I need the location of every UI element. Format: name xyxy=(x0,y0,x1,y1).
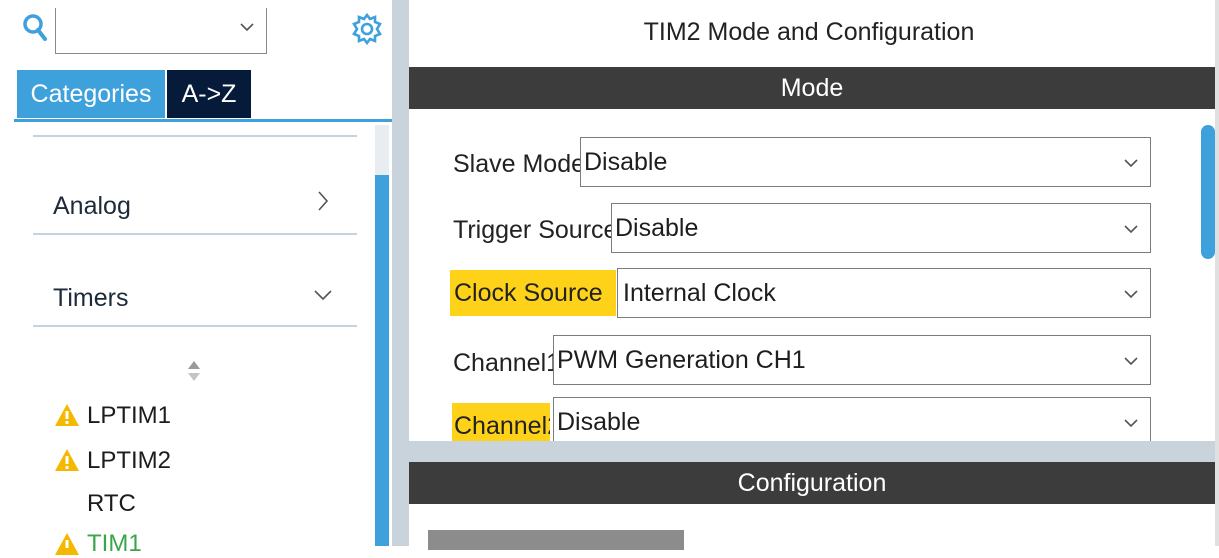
panel-title: TIM2 Mode and Configuration xyxy=(643,18,975,46)
divider xyxy=(33,233,357,235)
right-edge-bar xyxy=(1215,0,1219,546)
trigger-source-value: Disable xyxy=(615,213,699,242)
chevron-down-icon[interactable] xyxy=(1124,287,1138,301)
pinout-sidebar: Categories A->Z Analog Timers LPTIM1 LPT… xyxy=(0,0,392,557)
channel2-select[interactable]: Disable xyxy=(553,397,1151,441)
chevron-down-icon[interactable] xyxy=(1124,354,1138,368)
sidebar-scrollbar-thumb[interactable] xyxy=(375,175,389,546)
mode-header[interactable]: Mode xyxy=(409,67,1215,109)
divider xyxy=(33,135,357,137)
warning-icon xyxy=(55,449,79,471)
chevron-down-icon[interactable] xyxy=(240,20,254,34)
tab-underline xyxy=(14,119,392,122)
trigger-source-select[interactable]: Disable xyxy=(611,203,1151,253)
trigger-source-label: Trigger Source xyxy=(453,216,618,244)
tree-item-lptim1[interactable]: LPTIM1 xyxy=(87,402,171,430)
category-analog[interactable]: Analog xyxy=(53,192,131,221)
channel2-value: Disable xyxy=(557,407,641,436)
section-splitter[interactable] xyxy=(409,441,1215,462)
sort-icon[interactable] xyxy=(186,358,202,384)
search-input[interactable] xyxy=(55,8,267,54)
panel-splitter[interactable] xyxy=(392,0,409,546)
category-timers[interactable]: Timers xyxy=(53,284,128,313)
slave-mode-value: Disable xyxy=(584,147,668,176)
tree-item-tim1[interactable]: TIM1 xyxy=(87,530,142,558)
warning-icon xyxy=(55,404,79,426)
channel1-value: PWM Generation CH1 xyxy=(557,345,806,374)
chevron-down-icon[interactable] xyxy=(1124,416,1138,430)
slave-mode-select[interactable]: Disable xyxy=(580,137,1151,187)
mode-configuration-panel: TIM2 Mode and Configuration Mode Slave M… xyxy=(409,0,1219,550)
divider xyxy=(33,325,357,327)
tab-categories[interactable]: Categories xyxy=(17,70,165,118)
warning-icon xyxy=(55,533,79,555)
chevron-right-icon[interactable] xyxy=(312,190,334,212)
slave-mode-label: Slave Mode xyxy=(453,150,586,178)
channel1-label: Channel1 xyxy=(453,349,561,377)
tree-item-lptim2[interactable]: LPTIM2 xyxy=(87,447,171,475)
chevron-down-icon[interactable] xyxy=(312,284,334,306)
search-icon[interactable] xyxy=(22,12,48,44)
mode-scrollbar-thumb[interactable] xyxy=(1201,125,1215,259)
channel2-label: Channel2 xyxy=(452,403,550,441)
channel1-select[interactable]: PWM Generation CH1 xyxy=(553,335,1151,385)
clock-source-select[interactable]: Internal Clock xyxy=(617,268,1151,318)
tab-a-z[interactable]: A->Z xyxy=(167,70,251,118)
gear-icon[interactable] xyxy=(352,12,382,46)
chevron-down-icon[interactable] xyxy=(1124,222,1138,236)
channel2-row-clip: Channel2 Disable xyxy=(409,395,1199,441)
clock-source-label: Clock Source xyxy=(450,270,616,316)
configuration-tab-button[interactable] xyxy=(428,530,684,550)
tree-item-rtc[interactable]: RTC xyxy=(87,490,136,518)
chevron-down-icon[interactable] xyxy=(1124,156,1138,170)
configuration-header[interactable]: Configuration xyxy=(409,462,1215,504)
clock-source-value: Internal Clock xyxy=(623,278,776,307)
